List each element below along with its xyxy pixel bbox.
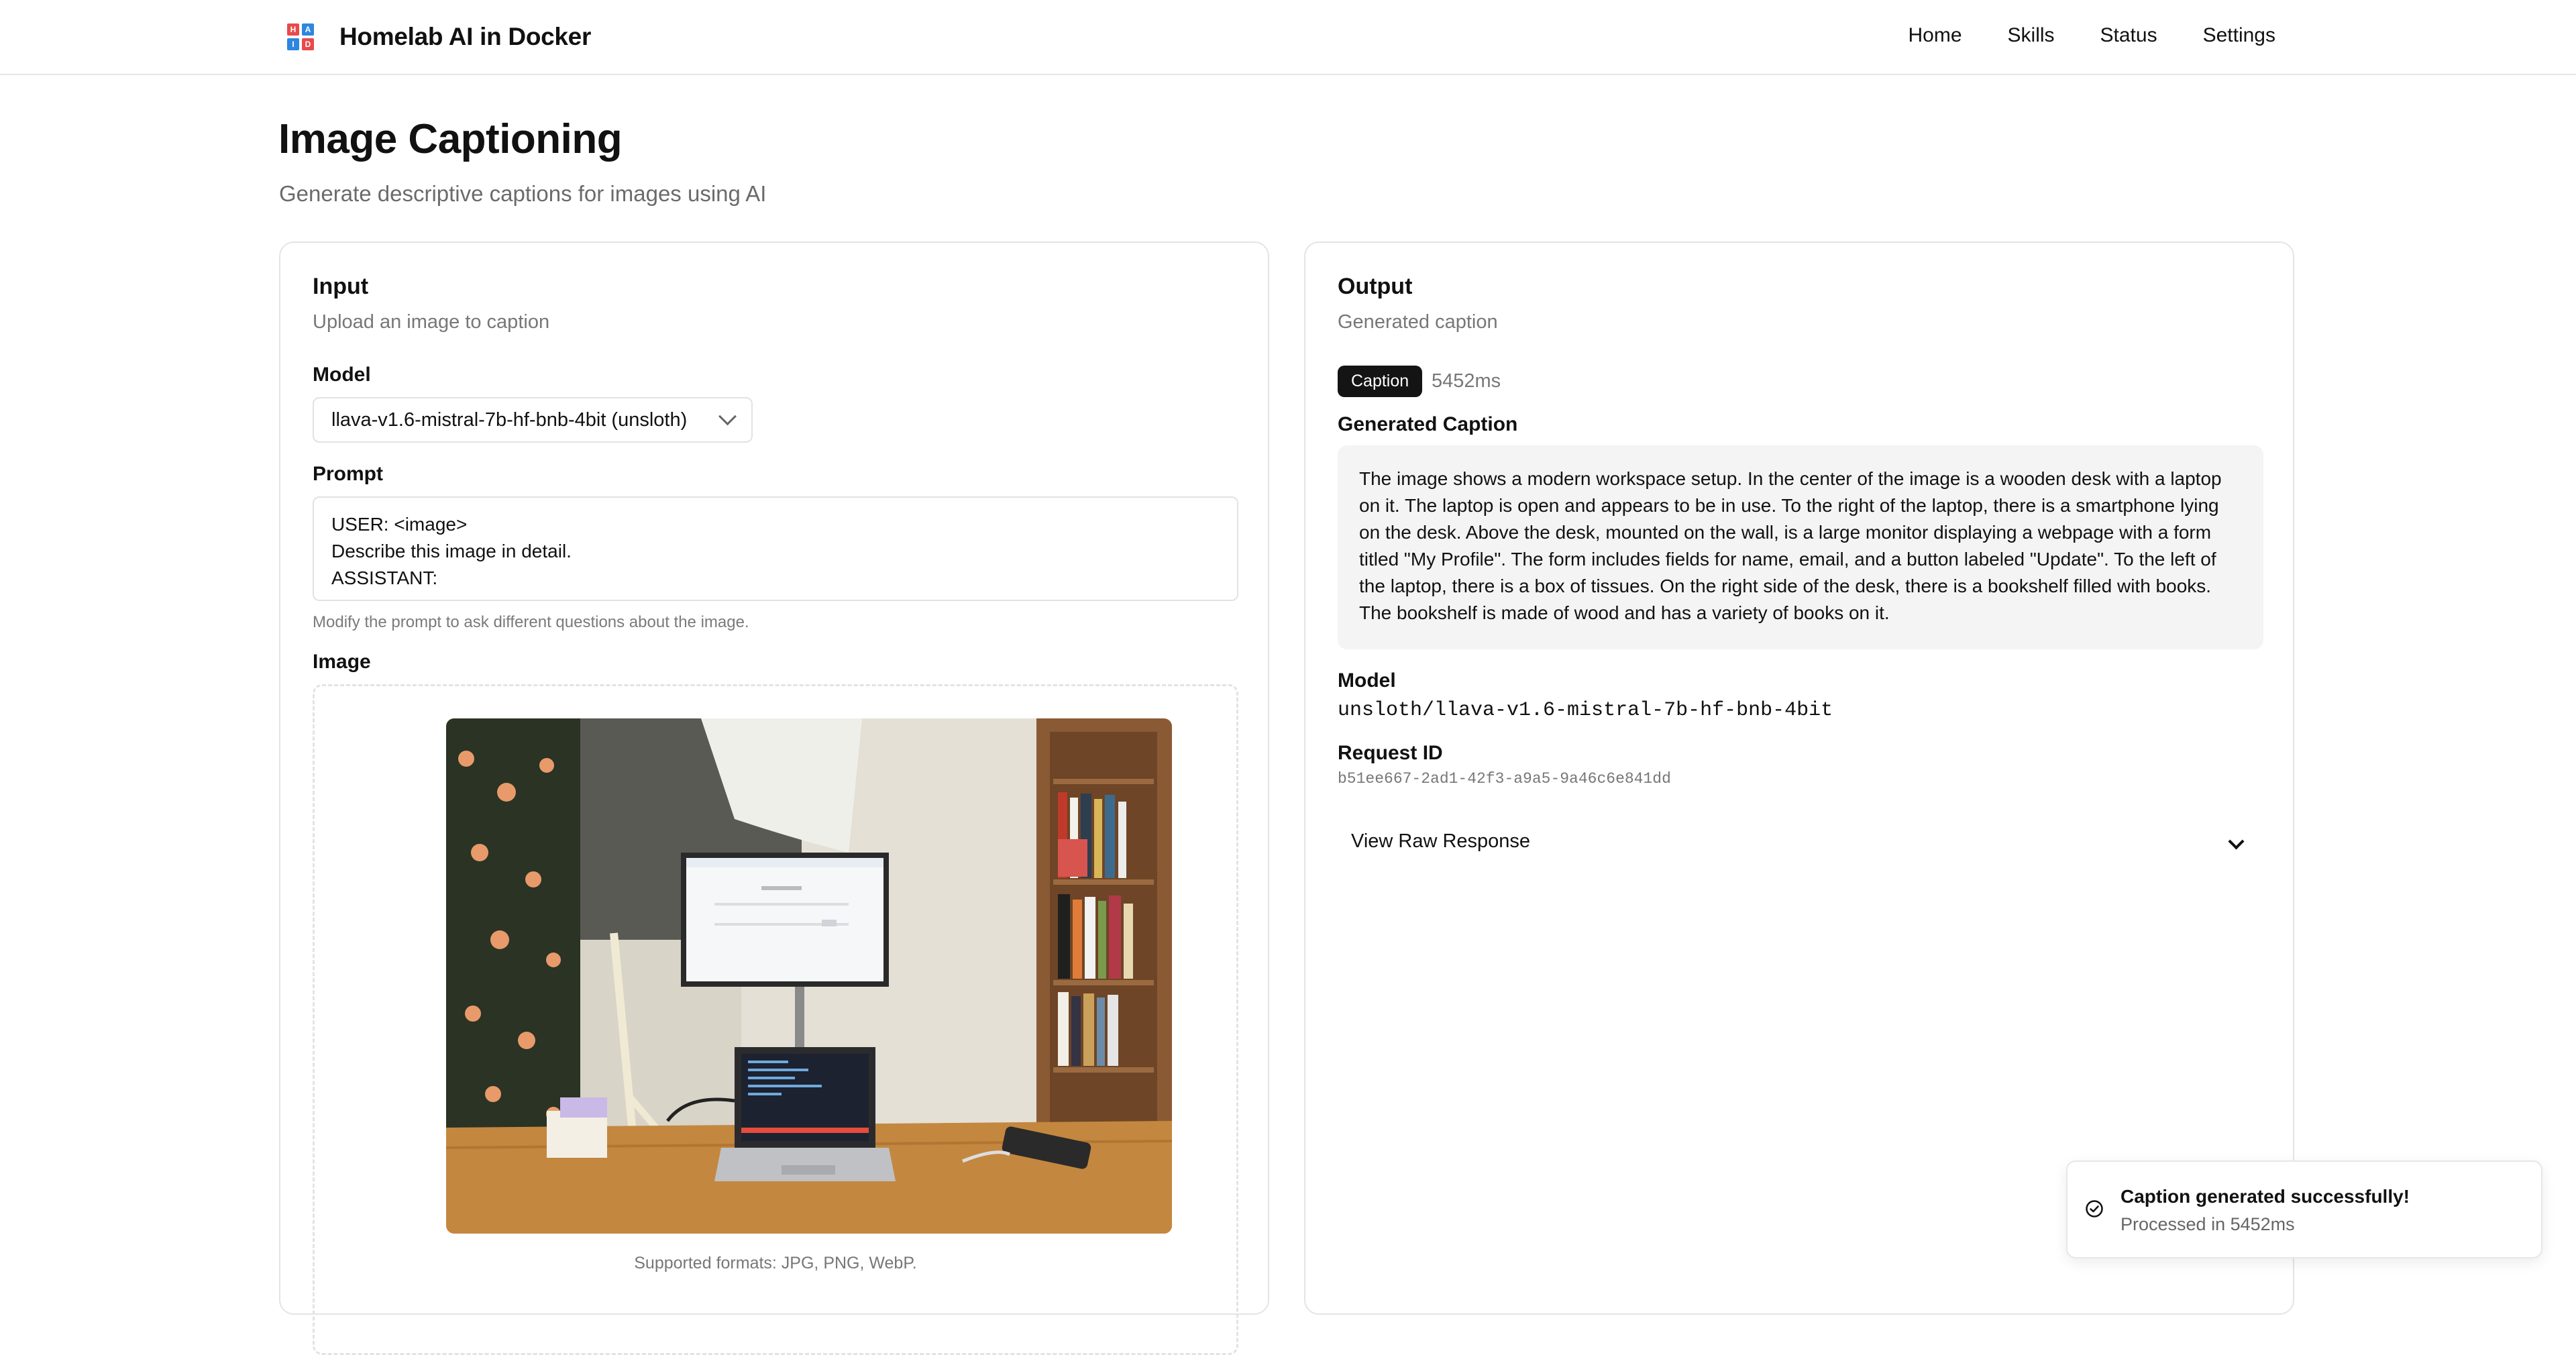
app-logo-icon: H A I D	[287, 23, 314, 50]
view-raw-response-label: View Raw Response	[1351, 830, 1531, 852]
image-dropzone[interactable]: Supported formats: JPG, PNG, WebP.	[313, 684, 1238, 1355]
generated-caption-text: The image shows a modern workspace setup…	[1338, 445, 2263, 649]
supported-formats-note: Supported formats: JPG, PNG, WebP.	[634, 1254, 917, 1272]
uploaded-image-preview	[446, 718, 1172, 1234]
model-label: Model	[313, 364, 371, 386]
output-card-subtitle: Generated caption	[1338, 311, 1498, 333]
output-card: Output Generated caption Caption 5452ms …	[1304, 241, 2294, 1315]
prompt-label: Prompt	[313, 463, 383, 485]
logo-letter-a: A	[302, 23, 314, 36]
nav-skills[interactable]: Skills	[2008, 24, 2055, 47]
toast-title: Caption generated successfully!	[2121, 1186, 2410, 1207]
toast-detail: Processed in 5452ms	[2121, 1214, 2295, 1234]
prompt-line-2: Describe this image in detail.	[331, 541, 572, 561]
output-model-label: Model	[1338, 669, 1396, 692]
prompt-line-3: ASSISTANT:	[331, 567, 438, 588]
nav-settings[interactable]: Settings	[2203, 24, 2275, 47]
top-navbar: H A I D Homelab AI in Docker Home Skills…	[0, 0, 2576, 75]
output-model-value: unsloth/llava-v1.6-mistral-7b-hf-bnb-4bi…	[1338, 699, 1833, 722]
view-raw-response-toggle[interactable]: View Raw Response	[1338, 821, 2263, 861]
caption-badge: Caption	[1338, 366, 1423, 397]
workspace-photo	[446, 718, 1172, 1234]
main-nav: Home Skills Status Settings	[1862, 24, 2275, 47]
model-select-value: llava-v1.6-mistral-7b-hf-bnb-4bit (unslo…	[331, 409, 688, 431]
nav-home[interactable]: Home	[1908, 24, 1962, 47]
logo-letter-h: H	[287, 23, 299, 36]
check-circle-icon	[2086, 1200, 2103, 1217]
prompt-line-1: USER: <image>	[331, 514, 468, 535]
chevron-down-icon	[718, 406, 737, 425]
app-title: Homelab AI in Docker	[339, 23, 592, 50]
nav-status[interactable]: Status	[2100, 24, 2157, 47]
success-toast: Caption generated successfully! Processe…	[2066, 1160, 2542, 1258]
input-card-subtitle: Upload an image to caption	[313, 311, 550, 333]
output-card-title: Output	[1338, 274, 1413, 299]
generated-caption-label: Generated Caption	[1338, 413, 1518, 435]
brand[interactable]: H A I D Homelab AI in Docker	[287, 23, 591, 51]
input-card-title: Input	[313, 274, 369, 299]
request-id-value: b51ee667-2ad1-42f3-a9a5-9a46c6e841dd	[1338, 770, 1671, 788]
prompt-hint: Modify the prompt to ask different quest…	[313, 613, 749, 631]
page-subtitle: Generate descriptive captions for images…	[279, 181, 767, 206]
processing-time: 5452ms	[1432, 370, 1501, 392]
request-id-label: Request ID	[1338, 742, 1443, 764]
input-card: Input Upload an image to caption Model l…	[279, 241, 1269, 1355]
logo-letter-d: D	[302, 38, 314, 50]
page-title: Image Captioning	[278, 116, 623, 162]
image-label: Image	[313, 651, 371, 673]
chevron-down-icon	[2228, 832, 2245, 850]
prompt-textarea[interactable]: USER: <image> Describe this image in det…	[313, 496, 1238, 601]
model-select[interactable]: llava-v1.6-mistral-7b-hf-bnb-4bit (unslo…	[313, 397, 753, 443]
logo-letter-i: I	[287, 38, 299, 50]
